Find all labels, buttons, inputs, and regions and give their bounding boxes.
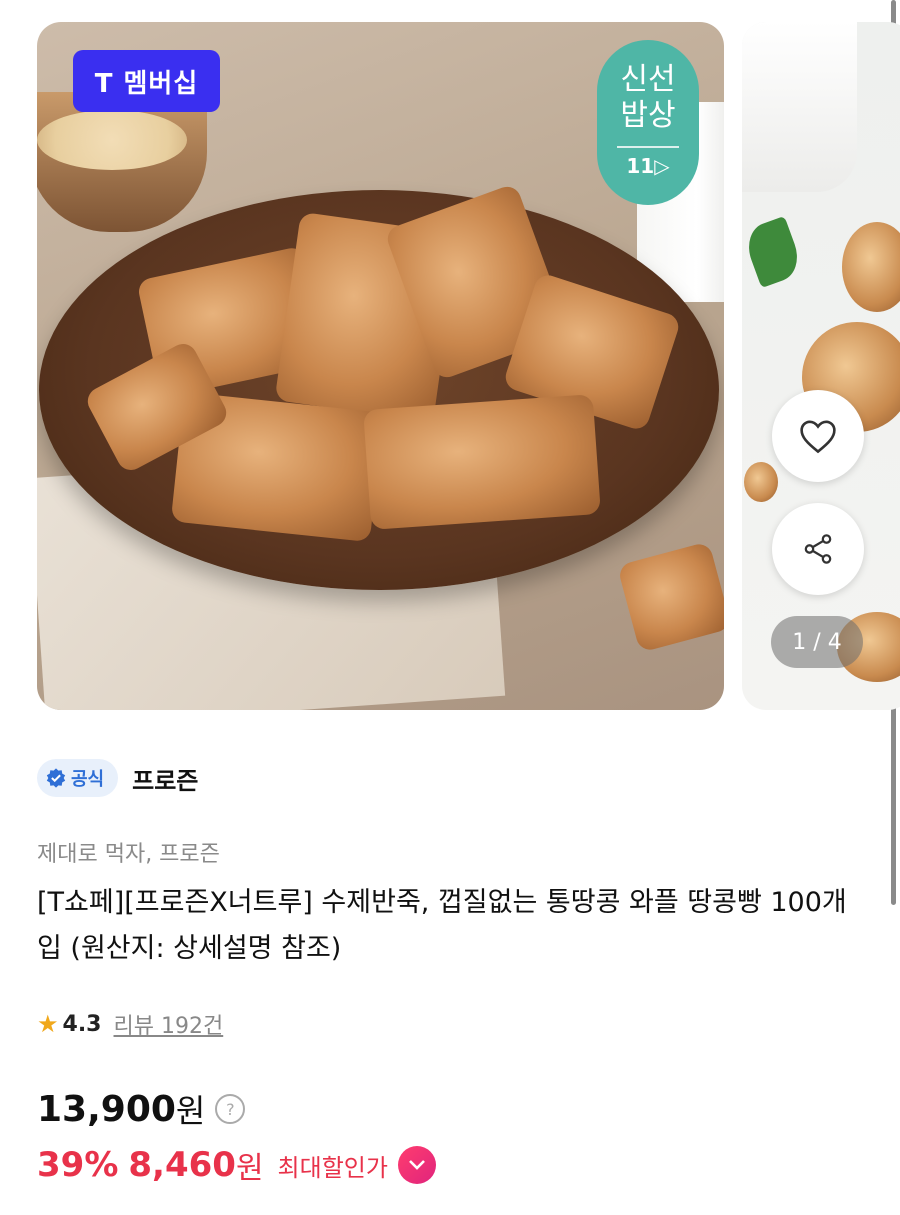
image-page-indicator: 1 / 4	[771, 616, 863, 668]
peanut-image	[744, 462, 778, 502]
peanuts-image	[37, 110, 187, 170]
peanut-image	[842, 222, 900, 312]
herb-leaf-image	[742, 215, 805, 289]
rating-row: ★ 4.3 리뷰 192건	[37, 1008, 223, 1040]
product-subtitle: 제대로 먹자, 프로즌	[37, 842, 220, 867]
rating-score: 4.3	[62, 1011, 102, 1037]
product-image-next[interactable]	[742, 22, 900, 710]
check-badge-icon	[46, 768, 66, 788]
waffle-piece	[363, 394, 601, 530]
original-price: 13,900	[37, 1088, 176, 1130]
fresh-badge-divider	[617, 146, 679, 148]
share-icon	[804, 534, 832, 564]
heart-icon	[800, 420, 836, 454]
max-discount-label: 최대할인가	[277, 1153, 388, 1182]
sale-price-unit: 원	[235, 1151, 264, 1186]
product-image-carousel[interactable]: T 멤버십 신선 밥상 11▷ 1 / 4	[0, 0, 900, 712]
chevron-down-icon	[409, 1160, 425, 1170]
share-button[interactable]	[772, 503, 864, 595]
sale-price: 8,460	[128, 1145, 236, 1185]
eleven-st-logo: 11▷	[626, 154, 670, 178]
official-label: 공식	[71, 769, 105, 790]
max-discount-expand-button[interactable]	[397, 1146, 436, 1184]
product-image-main[interactable]: T 멤버십 신선 밥상 11▷	[37, 22, 724, 710]
t-membership-badge: T 멤버십	[73, 50, 220, 112]
question-icon[interactable]: ?	[215, 1094, 246, 1124]
star-icon: ★	[37, 1010, 59, 1038]
sale-price-row: 39% 8,460 원 최대할인가	[37, 1143, 436, 1187]
brand-row: 공식 프로즌	[37, 758, 198, 798]
original-price-row: 13,900 원 ?	[37, 1086, 246, 1132]
review-count-link[interactable]: 리뷰 192건	[114, 1008, 224, 1040]
original-price-unit: 원	[175, 1092, 206, 1130]
wishlist-button[interactable]	[772, 390, 864, 482]
fresh-table-badge: 신선 밥상 11▷	[597, 40, 699, 205]
brand-link[interactable]: 프로즌	[132, 761, 198, 796]
fresh-badge-line2: 밥상	[620, 98, 676, 133]
waffle-piece	[616, 541, 724, 653]
discount-percent: 39%	[37, 1145, 119, 1185]
product-title: [T쇼페][프로즌X너트루] 수제반죽, 껍질없는 통땅콩 와플 땅콩빵 100…	[37, 887, 847, 964]
fresh-badge-line1: 신선	[620, 62, 676, 97]
coconut-cup-image	[742, 22, 857, 192]
official-badge: 공식	[37, 759, 119, 797]
